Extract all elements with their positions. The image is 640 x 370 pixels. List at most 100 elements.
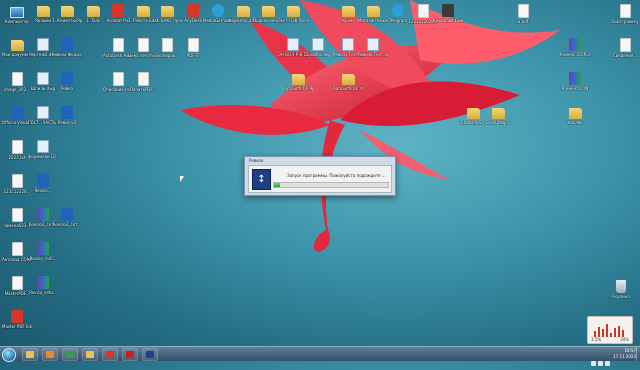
folder-icon	[366, 6, 380, 17]
network-icon[interactable]	[598, 361, 603, 366]
cpu-value: 3.5%	[591, 337, 602, 342]
desktop-icon[interactable]: Клиенс ICON.zip	[560, 38, 590, 72]
desktop-icon[interactable]: Пройба.dwg	[303, 38, 333, 72]
memory-value: 34%	[620, 337, 629, 342]
cpu-bar	[622, 330, 624, 337]
doc-icon	[187, 38, 199, 52]
cpu-meter-gadget[interactable]: 3.5% 34%	[587, 316, 633, 344]
revizo-button[interactable]	[142, 348, 158, 361]
desktop-icon[interactable]: ц.pdf	[508, 4, 538, 38]
dwg-icon	[342, 38, 354, 51]
desktop-icon[interactable]: формилки (2).dwg	[28, 140, 58, 174]
desktop-icon[interactable]: Dolch Jewelry	[610, 4, 640, 38]
app-red-icon	[112, 4, 124, 17]
winrar-icon	[37, 276, 49, 289]
system-tray	[589, 351, 610, 366]
desktop-icon-label: Dolch Jewelry	[611, 19, 639, 24]
app-blue-icon	[61, 38, 73, 51]
desktop-icon-label: Клиенс ICON	[561, 86, 589, 91]
progress-bar	[273, 182, 389, 188]
flag-icon[interactable]	[591, 361, 596, 366]
dwg-icon	[367, 38, 379, 51]
clock-date: 17.11.2023	[613, 354, 636, 359]
desktop-icon-label: Revizo3_сет...	[52, 222, 82, 227]
desktop-icon[interactable]: Клиенс ICON	[560, 72, 590, 106]
desktop-icon[interactable]: ClishUMop...	[483, 106, 513, 140]
dwg-icon	[37, 38, 49, 51]
dialog-title: Ревизо	[249, 158, 264, 163]
folder-icon	[136, 6, 150, 17]
autocad-button[interactable]	[122, 348, 138, 361]
doc-icon	[417, 4, 429, 18]
doc-icon	[137, 38, 149, 52]
winrar-icon	[569, 72, 581, 85]
yandex-button[interactable]	[102, 348, 118, 361]
desktop-icon[interactable]: Master PDF Editor 5.8.3...	[2, 310, 32, 344]
doc-icon	[161, 38, 173, 52]
folder-icon	[341, 6, 355, 17]
desktop-icon-label: Пройба.dwg	[305, 52, 331, 57]
doc-icon	[619, 4, 631, 18]
clock[interactable]: 10:57 17.11.2023	[613, 347, 636, 361]
doc-icon	[619, 38, 631, 52]
desktop-icon[interactable]: Ревизо Тест.dwg	[358, 38, 388, 72]
desktop-icon[interactable]: Тест-ПЭВ Ярлык	[278, 4, 308, 38]
desktop-icon-label: ClishUMop...	[485, 120, 511, 125]
desktop-icon[interactable]: Сведения...	[610, 38, 640, 72]
autocad-icon	[126, 351, 134, 358]
explorer-button[interactable]	[22, 348, 38, 361]
desktop-icon[interactable]: масляк	[560, 106, 590, 140]
folder-icon	[236, 6, 250, 17]
folder-icon	[160, 6, 174, 17]
desktop-icon-label: AutoSoftPDF Ярлык	[283, 86, 313, 91]
chrome-button[interactable]	[62, 348, 78, 361]
doc-icon	[517, 4, 529, 18]
app-blue-icon	[61, 106, 73, 119]
desktop-icon-label: Корзина	[612, 294, 630, 299]
desktop-icon-label: Ревизо Формат	[52, 52, 82, 57]
folder-icon	[568, 108, 582, 119]
dwg-icon	[37, 140, 49, 153]
dwg-icon	[287, 38, 299, 51]
folder-icon	[466, 108, 480, 119]
desktop-icon[interactable]: Revizo_setu...	[28, 276, 58, 310]
cpu-bar	[614, 327, 616, 337]
doc-icon	[11, 140, 23, 154]
desktop-icon[interactable]: ПечатьPDF...	[128, 72, 158, 106]
app-red-icon	[187, 4, 199, 17]
desktop-icon[interactable]: Ревиз v3	[52, 106, 82, 140]
volume-icon[interactable]	[605, 361, 610, 366]
folder-button[interactable]	[82, 348, 98, 361]
desktop-icon-label: Ревизо Тест.dwg	[358, 52, 388, 57]
revizo-logo-icon: ↕	[252, 169, 271, 190]
desktop-icon[interactable]: AutoSoftPDF тест PDF	[333, 72, 363, 106]
desktop-icon-label: Клиенс ICON.zip	[560, 52, 590, 57]
folder-icon	[491, 108, 505, 119]
desktop-icon[interactable]: PDF-Tr	[178, 38, 208, 72]
explorer-icon	[26, 351, 34, 358]
desktop-icon[interactable]: Revizo...	[28, 174, 58, 208]
folder-icon	[86, 6, 100, 17]
desktop-icon-label: Сведения...	[612, 53, 638, 58]
desktop-icon[interactable]: Кириллов Дмитрий	[433, 4, 463, 38]
show-desktop-button[interactable]	[636, 347, 640, 361]
dwg-icon	[37, 106, 49, 119]
mouse-cursor	[180, 176, 184, 182]
desktop-icon[interactable]: Revizo_raiti...	[28, 242, 58, 276]
folder-icon	[286, 6, 300, 17]
doc-icon	[112, 38, 124, 52]
dialog-body: ↕ Запуск программы. Пожалуйста подождите…	[248, 165, 392, 193]
doc-icon	[11, 174, 23, 188]
desktop-icon[interactable]: Корзина	[606, 280, 636, 314]
desktop-icon[interactable]: Revizo3_сет...	[52, 208, 82, 242]
desktop-icon[interactable]: Ревизо Формат	[52, 38, 82, 72]
cpu-bar	[602, 329, 604, 337]
revizo-icon	[146, 351, 154, 358]
media-player-icon	[46, 351, 54, 358]
desktop-icon[interactable]: Ревиз	[52, 72, 82, 106]
desktop-icon-label: Revizo_setu...	[29, 290, 57, 295]
media-player-button[interactable]	[42, 348, 58, 361]
bin-icon	[616, 280, 626, 293]
desktop-icon[interactable]: AutoSoftPDF Ярлык	[283, 72, 313, 106]
desktop-icon-label: PDF-Tr	[186, 53, 200, 58]
